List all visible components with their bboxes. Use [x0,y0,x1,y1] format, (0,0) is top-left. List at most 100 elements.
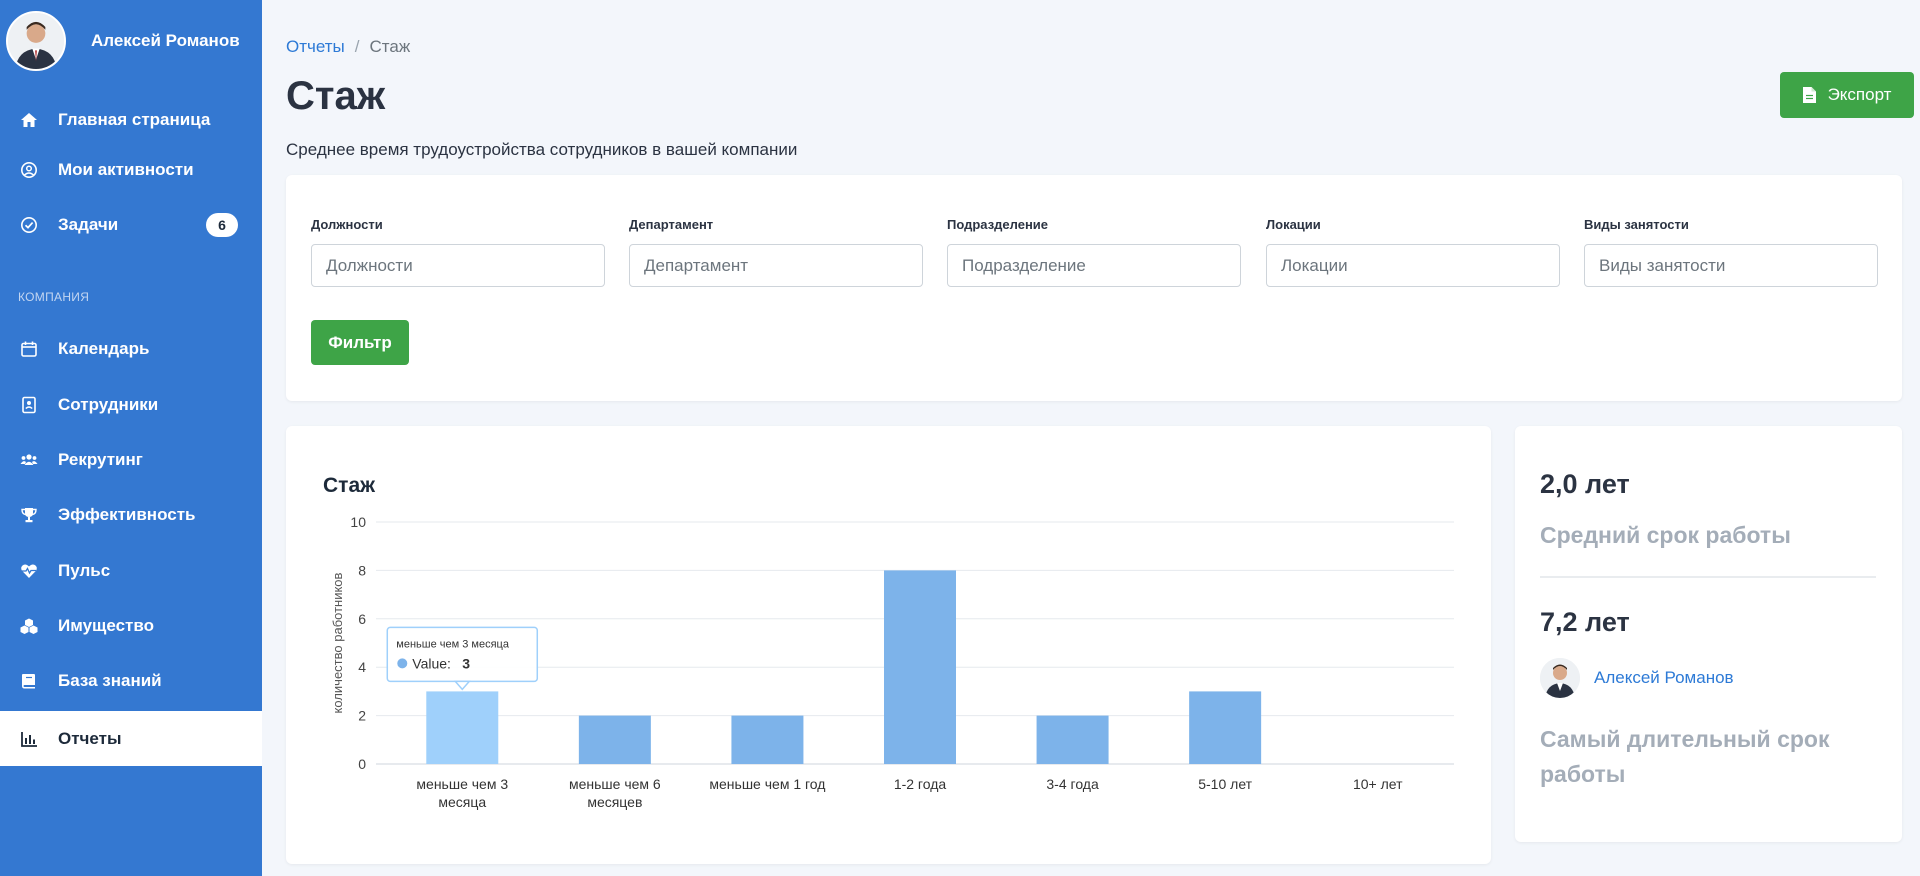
y-axis-label: количество работников [330,572,345,713]
bar [1036,715,1109,764]
sidebar: Алексей Романов Главная страница Мои акт… [0,0,262,876]
tenure-stats-card: 2,0 лет Средний срок работы 7,2 лет Алек… [1515,426,1902,842]
bar [426,691,499,764]
nav-label: Сотрудники [58,395,159,414]
nav-label: Мои активности [58,160,194,179]
nav-home[interactable]: Главная страница [0,95,262,145]
tooltip-pointer [453,680,471,691]
nav-label: База знаний [58,671,162,690]
x-tick-label: 5-10 лет [1198,776,1252,792]
nav-label: Задачи [58,215,119,234]
filter-locations-label: Локации [1266,217,1321,232]
y-tick-label: 2 [358,708,366,724]
user-circle-icon [18,159,40,181]
filter-department-label: Департамент [629,217,714,232]
nav-my-activities[interactable]: Мои активности [0,145,262,195]
tooltip-box [386,626,539,683]
filter-button[interactable]: Фильтр [311,320,409,365]
locations-input[interactable] [1266,244,1560,287]
nav-recruiting[interactable]: Рекрутинг [0,435,262,485]
filter-locations: Локации [1266,217,1560,287]
file-icon [1802,87,1816,103]
breadcrumb-current: Стаж [369,37,411,56]
nav-reports[interactable]: Отчеты [0,711,262,766]
sidebar-user[interactable]: Алексей Романов [6,11,240,71]
nav-pulse[interactable]: Пульс [0,546,262,596]
id-card-icon [18,394,40,416]
nav-assets[interactable]: Имущество [0,601,262,651]
y-tick-label: 0 [358,756,366,772]
filter-positions: Должности [311,217,605,287]
x-tick-label: 3-4 года [1046,776,1099,792]
filter-employment-types-label: Виды занятости [1584,217,1689,232]
home-icon [18,109,40,131]
heartbeat-icon [18,560,40,582]
tooltip-value: 3 [462,655,470,671]
breadcrumb: Отчеты / Стаж [286,37,410,57]
positions-input[interactable] [311,244,605,287]
y-tick-label: 8 [358,562,366,578]
filter-employment-types: Виды занятости [1584,217,1878,287]
max-tenure-label: Самый длительный срок работы [1540,722,1830,792]
bar [578,715,651,764]
check-circle-icon [18,214,40,236]
nav-tasks[interactable]: Задачи 6 [0,200,262,250]
tooltip-marker [397,658,408,669]
nav-label: Имущество [58,616,154,635]
book-icon [18,670,40,692]
x-tick-label: 10+ лет [1353,776,1403,792]
nav-performance[interactable]: Эффективность [0,490,262,540]
tooltip-label: Value: [412,655,451,671]
section-label-company: КОМПАНИЯ [18,290,90,304]
filter-subdivision: Подразделение [947,217,1241,287]
stats-divider [1540,576,1876,578]
nav-label: Календарь [58,339,150,358]
employment-types-input[interactable] [1584,244,1878,287]
nav-label: Отчеты [58,728,122,748]
nav-calendar[interactable]: Календарь [0,324,262,374]
avatar [6,11,66,71]
x-tick-label: месяца [438,794,486,810]
y-tick-label: 6 [358,611,366,627]
max-tenure-label-line: работы [1540,761,1626,787]
calendar-icon [18,338,40,360]
x-tick-label: 1-2 года [894,776,947,792]
x-tick-label: меньше чем 3 [416,776,508,792]
filter-subdivision-label: Подразделение [947,217,1049,232]
nav-label: Главная страница [58,110,211,129]
filter-positions-label: Должности [311,217,383,232]
page-title: Стаж [286,74,386,118]
export-label: Экспорт [1827,85,1892,104]
breadcrumb-reports-link[interactable]: Отчеты [286,37,345,56]
y-tick-label: 10 [350,514,366,530]
chart-icon [18,728,40,750]
avg-tenure-value: 2,0 лет [1540,469,1630,499]
tasks-count-badge: 6 [206,213,238,237]
nav-employees[interactable]: Сотрудники [0,380,262,430]
x-tick-label: месяцев [587,794,642,810]
nav-knowledge-base[interactable]: База знаний [0,656,262,706]
x-tick-label: меньше чем 6 [569,776,661,792]
export-button[interactable]: Экспорт [1780,72,1914,118]
filters-card: Должности Департамент Подразделение Лока… [286,175,1902,401]
tenure-chart-card: Стаж 0 2 4 6 8 10 количество работников меньше … [286,426,1491,864]
y-tick-label: 4 [358,659,366,675]
breadcrumb-separator: / [354,37,360,56]
bar [731,715,804,764]
nav-label: Эффективность [58,505,196,524]
x-tick-label: меньше чем 1 год [709,776,825,792]
tenure-bar-chart: 0 2 4 6 8 10 количество работников меньше чем 3… [330,514,1454,810]
max-tenure-label-line: Самый длительный срок [1540,726,1830,752]
user-name: Алексей Романов [91,31,240,50]
nav-label: Пульс [58,561,111,580]
subdivision-input[interactable] [947,244,1241,287]
bar [884,570,956,764]
avatar [1540,658,1580,698]
cubes-icon [18,615,40,637]
department-input[interactable] [629,244,923,287]
bar [1189,691,1262,764]
users-icon [18,449,40,471]
avg-tenure-label: Средний срок работы [1540,522,1791,548]
max-tenure-value: 7,2 лет [1540,607,1630,637]
max-tenure-user-link[interactable]: Алексей Романов [1594,668,1734,688]
